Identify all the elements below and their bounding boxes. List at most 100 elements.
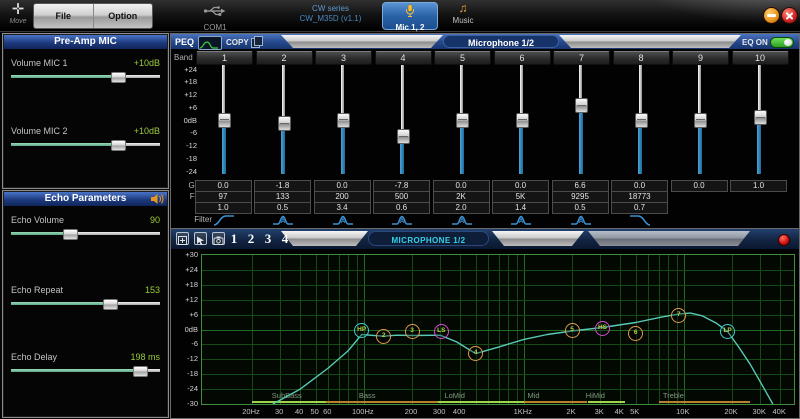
- slider-row: Volume MIC 2 +10dB: [11, 126, 160, 160]
- q-cell[interactable]: 0.6: [373, 202, 430, 214]
- q-cell[interactable]: 3.4: [314, 202, 371, 214]
- eq-on-toggle[interactable]: [770, 37, 794, 48]
- x-tick-label: 10K: [666, 407, 700, 416]
- tab-mic-1-2[interactable]: Mic 1, 2: [382, 2, 438, 30]
- eq-band-handle[interactable]: [516, 113, 529, 128]
- echo-header: Echo Parameters: [4, 192, 167, 206]
- slider-track[interactable]: [11, 302, 160, 305]
- q-cell[interactable]: 0.5: [254, 202, 311, 214]
- slider-value: 90: [150, 215, 160, 225]
- com-port-button[interactable]: COM1: [193, 3, 237, 29]
- band-button-3[interactable]: 3: [315, 51, 372, 65]
- q-cell[interactable]: 1.4: [492, 202, 549, 214]
- slider-handle[interactable]: [63, 229, 78, 240]
- slider-fill: [11, 75, 117, 78]
- y-tick-label: -30: [172, 399, 198, 408]
- camera-icon[interactable]: [212, 232, 225, 245]
- slider-handle[interactable]: [111, 72, 126, 83]
- eq-scale-label: -24: [171, 167, 197, 176]
- gain-cell[interactable]: 1.0: [730, 180, 787, 192]
- band-button-10[interactable]: 10: [732, 51, 789, 65]
- graph-panel: 1234 MICROPHONE 1/2 +30+24+18+12+60dB-6-…: [170, 228, 800, 419]
- band-button-8[interactable]: 8: [613, 51, 670, 65]
- slider-fill: [11, 232, 69, 235]
- peq-curve-icon[interactable]: [198, 36, 222, 50]
- eq-band-handle[interactable]: [337, 113, 350, 128]
- band-button-4[interactable]: 4: [375, 51, 432, 65]
- q-cell[interactable]: 1.0: [195, 202, 252, 214]
- preamp-panel: Pre-Amp MIC Volume MIC 1+10dBVolume MIC …: [2, 33, 169, 189]
- band-button-5[interactable]: 5: [434, 51, 491, 65]
- y-tick-label: 0dB: [172, 325, 198, 334]
- eq-band-handle[interactable]: [278, 116, 291, 131]
- band-button-1[interactable]: 1: [196, 51, 253, 65]
- slider-handle[interactable]: [111, 140, 126, 151]
- q-cell[interactable]: 2.0: [433, 202, 490, 214]
- slider-value: 198 ms: [130, 352, 160, 362]
- q-cell[interactable]: 0.5: [552, 202, 609, 214]
- eq-point-hp[interactable]: HP: [354, 323, 369, 338]
- banner-segment: [588, 231, 750, 246]
- eq-band-handle[interactable]: [694, 113, 707, 128]
- slider-handle[interactable]: [133, 366, 148, 377]
- move-handle[interactable]: ✛ Move: [4, 1, 32, 30]
- band-button-2[interactable]: 2: [256, 51, 313, 65]
- slider-track[interactable]: [11, 369, 160, 372]
- q-cell[interactable]: 0.7: [611, 202, 668, 214]
- gain-cell[interactable]: 0.0: [671, 180, 728, 192]
- copy-icon[interactable]: [251, 36, 262, 47]
- band-button-9[interactable]: 9: [672, 51, 729, 65]
- slider-handle[interactable]: [103, 299, 118, 310]
- response-curve: [202, 255, 794, 404]
- eq-band-handle[interactable]: [218, 113, 231, 128]
- eq-banner-label: Microphone 1/2: [468, 38, 534, 48]
- tab-music[interactable]: ♫ Music: [440, 2, 486, 28]
- eq-band-handle[interactable]: [397, 129, 410, 144]
- eq-band-track-lower: [579, 105, 583, 174]
- preset-button-3[interactable]: 3: [261, 231, 275, 247]
- eq-point-3[interactable]: 3: [405, 324, 420, 339]
- minimize-button[interactable]: [763, 7, 780, 24]
- band-button-6[interactable]: 6: [494, 51, 551, 65]
- slider-value: +10dB: [134, 126, 160, 136]
- eq-band-handle[interactable]: [754, 110, 767, 125]
- slider-fill: [11, 143, 117, 146]
- eq-point-5[interactable]: 5: [565, 323, 580, 338]
- save-icon[interactable]: [176, 232, 189, 245]
- eq-band-track-upper: [520, 65, 523, 119]
- eq-point-hs[interactable]: HS: [595, 321, 610, 336]
- music-note-icon: ♫: [440, 2, 486, 15]
- record-led[interactable]: [778, 234, 790, 246]
- band-button-7[interactable]: 7: [553, 51, 610, 65]
- slider-row: Volume MIC 1+10dB: [11, 58, 160, 92]
- eq-scale-label: +12: [171, 90, 197, 99]
- y-tick-label: +24: [172, 265, 198, 274]
- slider-row: Echo Delay198 ms: [11, 352, 160, 386]
- cursor-icon[interactable]: [194, 232, 207, 245]
- eq-scale-label: +18: [171, 77, 197, 86]
- eq-band-handle[interactable]: [575, 98, 588, 113]
- slider-track[interactable]: [11, 232, 160, 235]
- preset-button-2[interactable]: 2: [244, 231, 258, 247]
- speaker-icon: [151, 194, 164, 204]
- slider-track[interactable]: [11, 143, 160, 146]
- slider-value: 153: [145, 285, 160, 295]
- close-button[interactable]: [781, 7, 798, 24]
- eq-scale-label: -18: [171, 154, 197, 163]
- slider-track[interactable]: [11, 75, 160, 78]
- y-tick-label: +12: [172, 295, 198, 304]
- eq-point-lp[interactable]: LP: [720, 324, 735, 339]
- peq-label: PEQ: [175, 37, 194, 47]
- eq-band-handle[interactable]: [456, 113, 469, 128]
- file-button[interactable]: File: [34, 4, 93, 28]
- graph-banner: MICROPHONE 1/2: [368, 231, 489, 246]
- preset-button-4[interactable]: 4: [278, 231, 292, 247]
- slider-fill: [11, 302, 109, 305]
- option-button[interactable]: Option: [93, 4, 153, 28]
- eq-point-ls[interactable]: LS: [434, 324, 449, 339]
- eq-band-handle[interactable]: [635, 113, 648, 128]
- x-tick-label: 100Hz: [346, 407, 380, 416]
- preset-button-1[interactable]: 1: [227, 231, 241, 247]
- eq-scale-label: +24: [171, 65, 197, 74]
- slider-label: Volume MIC 2: [11, 126, 68, 136]
